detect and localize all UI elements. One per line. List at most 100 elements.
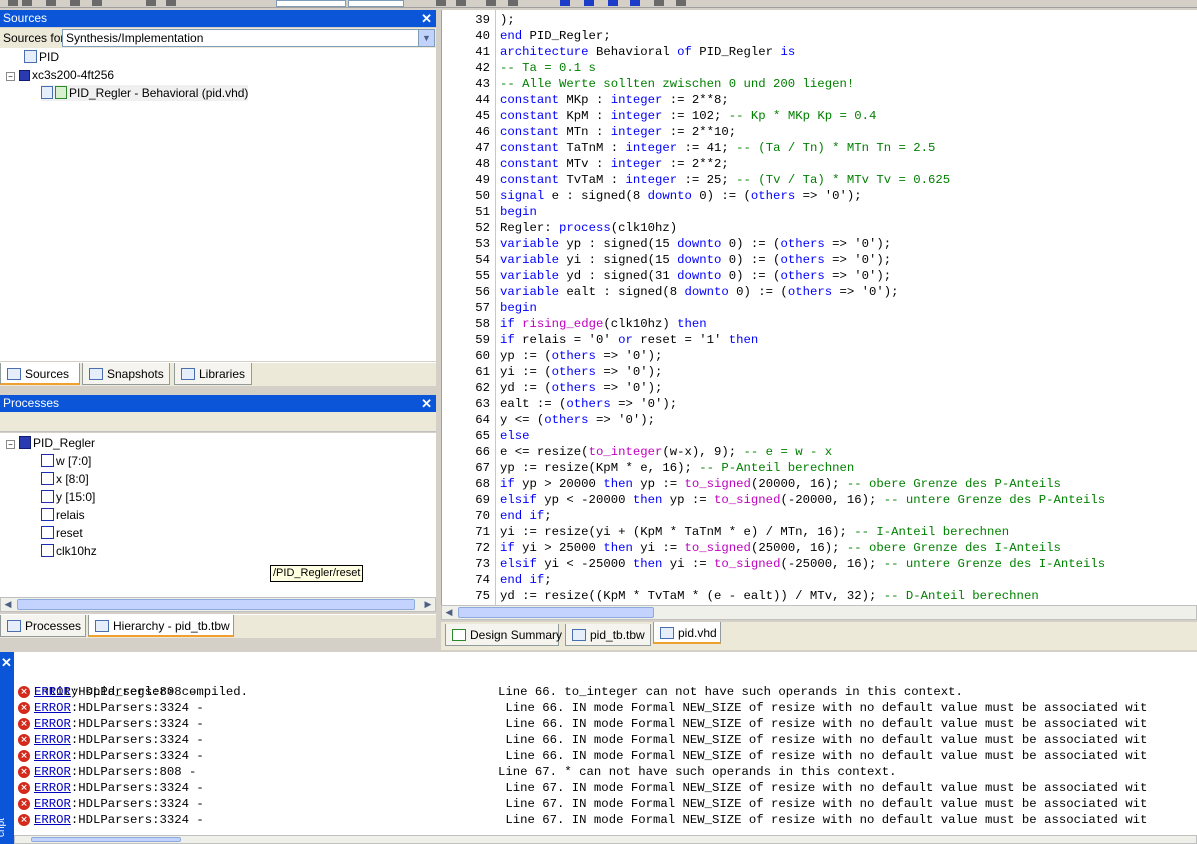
scroll-right-icon[interactable]: ▶ <box>421 598 435 611</box>
toolbar-button[interactable] <box>608 0 618 6</box>
code-text: variable yp : signed(15 downto 0) := (ot… <box>500 237 892 251</box>
scroll-thumb[interactable] <box>17 599 415 610</box>
toolbar-button[interactable] <box>584 0 594 6</box>
tab-pid-vhd[interactable]: pid.vhd <box>653 622 721 644</box>
tab-pid-tb[interactable]: pid_tb.tbw <box>565 624 651 646</box>
toolbar-button[interactable] <box>436 0 446 6</box>
toolbar-button[interactable] <box>630 0 640 6</box>
library-icon <box>181 368 195 380</box>
console-hscrollbar[interactable] <box>14 835 1197 844</box>
tree-item-source-file[interactable]: PID_Regler - Behavioral (pid.vhd) <box>41 85 249 101</box>
error-code-text: :HDLParsers:3324 - <box>70 701 204 715</box>
processes-hscrollbar[interactable]: ◀ ▶ <box>0 597 436 612</box>
toolbar-button[interactable] <box>486 0 496 6</box>
tab-libraries[interactable]: Libraries <box>174 363 252 385</box>
vhdl-file-icon <box>41 86 53 99</box>
error-link[interactable]: ERROR <box>34 749 71 763</box>
line-number: 55 <box>475 269 490 283</box>
console-error-code: ERROR:HDLParsers:3324 - <box>34 796 204 812</box>
toolbar-button[interactable] <box>560 0 570 6</box>
error-link[interactable]: ERROR <box>34 733 71 747</box>
scroll-left-icon[interactable]: ◀ <box>1 598 15 611</box>
code-text: if relais = '0' or reset = '1' then <box>500 333 759 347</box>
processes-panel-title: Processes ✕ <box>0 395 436 412</box>
collapse-icon[interactable]: − <box>6 72 15 81</box>
scroll-thumb[interactable] <box>458 607 654 618</box>
error-message: Line 67. IN mode Formal NEW_SIZE of resi… <box>498 813 1148 827</box>
toolbar-button[interactable] <box>8 0 18 6</box>
tree-item-device[interactable]: − xc3s200-4ft256 <box>6 67 114 83</box>
bus-signal-icon <box>41 454 54 467</box>
tooltip: /PID_Regler/reset <box>270 565 363 582</box>
code-text: if rising_edge(clk10hz) then <box>500 317 707 331</box>
toolbar-button[interactable] <box>92 0 102 6</box>
processes-tabs: Processes Hierarchy - pid_tb.tbw <box>0 614 436 638</box>
tree-item-project[interactable]: PID <box>24 49 59 65</box>
toolbar-button[interactable] <box>676 0 686 6</box>
code-text: if yi > 25000 then yi := to_signed(25000… <box>500 541 1061 555</box>
code-text: begin <box>500 301 537 315</box>
tab-design-summary[interactable]: Design Summary <box>445 624 562 646</box>
console-output[interactable]: Entity <pid_regler> compiled. × ERROR:HDL… <box>14 652 1197 835</box>
error-code-text: :HDLParsers:3324 - <box>70 717 204 731</box>
error-link[interactable]: ERROR <box>34 717 71 731</box>
chevron-down-icon[interactable]: ▼ <box>418 30 434 46</box>
console-error-code: ERROR:HDLParsers:3324 - <box>34 812 204 828</box>
error-link[interactable]: ERROR <box>34 797 71 811</box>
console-error-code: ERROR:HDLParsers:3324 - <box>34 748 204 764</box>
code-text: else <box>500 429 530 443</box>
toolbar-button[interactable] <box>46 0 56 6</box>
close-icon[interactable]: ✕ <box>421 395 432 412</box>
toolbar-button[interactable] <box>456 0 466 6</box>
tab-label: Hierarchy - pid_tb.tbw <box>113 619 230 633</box>
toolbar-button[interactable] <box>508 0 518 6</box>
processes-icon <box>7 620 21 632</box>
clock-signal-icon <box>41 544 54 557</box>
tree-item-signal-y[interactable]: y [15:0] <box>41 489 95 505</box>
editor-tabs: Design Summary pid_tb.tbw pid.vhd <box>441 622 1197 650</box>
toolbar-button[interactable] <box>166 0 176 6</box>
error-message: Line 66. IN mode Formal NEW_SIZE of resi… <box>498 701 1148 715</box>
close-icon[interactable]: ✕ <box>1 655 12 671</box>
vhdl-file-icon <box>660 627 674 639</box>
toolbar-button[interactable] <box>146 0 156 6</box>
error-link[interactable]: ERROR <box>34 685 71 699</box>
tree-item-signal-x[interactable]: x [8:0] <box>41 471 89 487</box>
tab-label: Snapshots <box>107 367 164 381</box>
tree-item-signal-reset[interactable]: reset <box>41 525 83 541</box>
sources-for-select[interactable]: Synthesis/Implementation ▼ <box>62 29 435 47</box>
toolbar-button[interactable] <box>22 0 32 6</box>
editor-hscrollbar[interactable]: ◀ <box>441 605 1197 620</box>
error-link[interactable]: ERROR <box>34 813 71 827</box>
scroll-thumb[interactable] <box>31 837 181 842</box>
toolbar-button[interactable] <box>654 0 664 6</box>
tab-hierarchy[interactable]: Hierarchy - pid_tb.tbw <box>88 615 234 637</box>
chip-icon <box>19 70 30 81</box>
error-link[interactable]: ERROR <box>34 765 71 779</box>
toolbar-button[interactable] <box>70 0 80 6</box>
error-message: Line 67. * can not have such operands in… <box>498 765 897 779</box>
tree-item-pid-regler[interactable]: − PID_Regler <box>6 435 95 451</box>
tree-item-signal-w[interactable]: w [7:0] <box>41 453 91 469</box>
toolbar-combo[interactable] <box>348 0 404 7</box>
code-text: yi := resize(yi + (KpM * TaTnM * e) / MT… <box>500 525 1010 539</box>
error-link[interactable]: ERROR <box>34 781 71 795</box>
code-text: signal e : signed(8 downto 0) := (others… <box>500 189 862 203</box>
line-number: 43 <box>475 77 490 91</box>
tab-sources[interactable]: Sources <box>0 363 80 385</box>
error-code-text: :HDLParsers:808 - <box>70 765 197 779</box>
scroll-left-icon[interactable]: ◀ <box>442 606 456 619</box>
line-number: 46 <box>475 125 490 139</box>
tree-item-signal-relais[interactable]: relais <box>41 507 85 523</box>
close-icon[interactable]: ✕ <box>421 10 432 27</box>
line-number: 45 <box>475 109 490 123</box>
toolbar-combo[interactable] <box>276 0 346 7</box>
code-editor[interactable]: 39); 40 end PID_Regler; 41 architecture Beha… <box>441 10 1197 605</box>
error-link[interactable]: ERROR <box>34 701 71 715</box>
tab-snapshots[interactable]: Snapshots <box>82 363 170 385</box>
tab-processes[interactable]: Processes <box>0 615 86 637</box>
tree-item-signal-clk10hz[interactable]: clk10hz <box>41 543 97 559</box>
collapse-icon[interactable]: − <box>6 440 15 449</box>
camera-icon <box>89 368 103 380</box>
tree-item-label: reset <box>56 526 83 540</box>
